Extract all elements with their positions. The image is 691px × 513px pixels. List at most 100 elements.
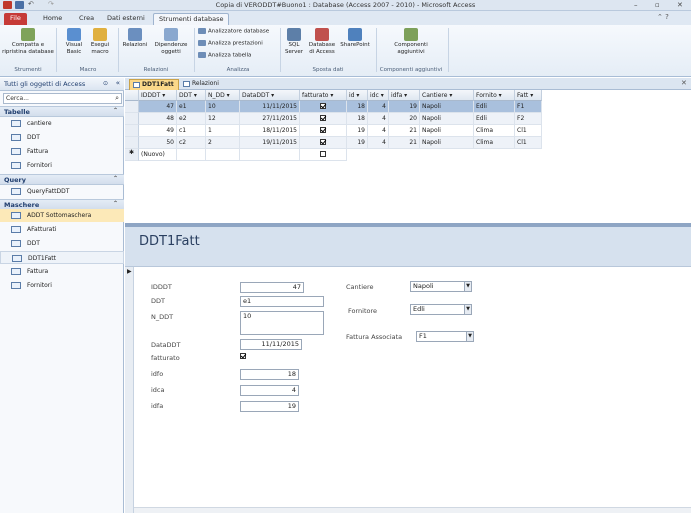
relationships-button[interactable]: Relazioni: [121, 28, 149, 49]
cell-id[interactable]: 18: [347, 113, 368, 125]
tab-dati-esterni[interactable]: Dati esterni: [102, 13, 150, 25]
object-dependencies-button[interactable]: Dipendenze oggetti: [151, 28, 191, 55]
cell-cantiere[interactable]: Napoli: [420, 113, 474, 125]
cell-fornito[interactable]: Edli: [474, 101, 515, 113]
cell-fatt[interactable]: Cl1: [515, 125, 542, 137]
row-selector[interactable]: [125, 113, 139, 125]
idddt-field[interactable]: 47: [240, 282, 304, 293]
tab-home[interactable]: Home: [38, 13, 67, 25]
cell-dataddt[interactable]: 18/11/2015: [240, 125, 300, 137]
horizontal-scrollbar[interactable]: [134, 507, 691, 513]
select-all-corner[interactable]: [125, 90, 139, 101]
checkbox-checked-icon[interactable]: [320, 127, 326, 133]
column-header-idddt[interactable]: IDDDT ▾: [139, 90, 177, 101]
maximize-button[interactable]: ▫: [655, 1, 660, 9]
visual-basic-button[interactable]: Visual Basic: [63, 28, 85, 55]
cell-idddt[interactable]: 50: [139, 137, 177, 149]
cell-n-dd[interactable]: 10: [206, 101, 240, 113]
column-header-fornito[interactable]: Fornito ▾: [474, 90, 515, 101]
cell-idfa[interactable]: 19: [389, 101, 420, 113]
cantiere-combo[interactable]: Napoli ▼: [410, 281, 472, 292]
sharepoint-button[interactable]: SharePoint: [339, 28, 371, 49]
row-selector[interactable]: [125, 101, 139, 113]
doc-tab-relazioni[interactable]: Relazioni: [180, 79, 223, 90]
cell-idddt[interactable]: 48: [139, 113, 177, 125]
checkbox-checked-icon[interactable]: [240, 353, 246, 359]
cell-n-dd[interactable]: 12: [206, 113, 240, 125]
fornitore-combo[interactable]: Edli ▼: [410, 304, 472, 315]
nav-section-tabelle[interactable]: Tabelle ⌃: [0, 106, 124, 117]
idfo-field[interactable]: 18: [240, 369, 299, 380]
chevron-up-icon[interactable]: ⌃: [113, 107, 118, 114]
nav-item-ddt1fatt[interactable]: DDT1Fatt: [0, 251, 124, 264]
tab-crea[interactable]: Crea: [74, 13, 99, 25]
nav-pane-header[interactable]: Tutti gli oggetti di Access ⊙ «: [0, 78, 124, 91]
cell-id[interactable]: 19: [347, 137, 368, 149]
chevron-down-icon[interactable]: ▼: [464, 282, 471, 291]
cell-ddt[interactable]: c2: [177, 137, 206, 149]
new-record-fatturato[interactable]: [300, 149, 347, 161]
nav-item-cantiere[interactable]: cantiere: [0, 117, 124, 130]
column-header-cantiere[interactable]: Cantiere ▾: [420, 90, 474, 101]
cell-fornito[interactable]: Edli: [474, 113, 515, 125]
checkbox-checked-icon[interactable]: [320, 103, 326, 109]
cell-dataddt[interactable]: 27/11/2015: [240, 113, 300, 125]
cell-ddt[interactable]: c1: [177, 125, 206, 137]
n-ddt-field[interactable]: 10: [240, 311, 324, 335]
cell-idc[interactable]: 4: [368, 125, 389, 137]
column-header-n-dd[interactable]: N_DD ▾: [206, 90, 240, 101]
cell-fatturato[interactable]: [300, 125, 347, 137]
search-icon[interactable]: ⌕: [115, 94, 119, 103]
new-record-empty-cell[interactable]: [177, 149, 206, 161]
nav-item-fornitori-table[interactable]: Fornitori: [0, 159, 124, 172]
access-database-button[interactable]: Database di Access: [306, 28, 338, 55]
row-selector[interactable]: [125, 125, 139, 137]
record-selector[interactable]: ▶: [125, 267, 134, 513]
row-selector[interactable]: [125, 137, 139, 149]
close-button[interactable]: ✕: [677, 1, 683, 9]
column-header-ddt[interactable]: DDT ▾: [177, 90, 206, 101]
nav-item-fattura-form[interactable]: Fattura: [0, 265, 124, 278]
table-analyzer-button[interactable]: Analizza tabella: [198, 52, 251, 60]
column-header-idc[interactable]: idc ▾: [368, 90, 389, 101]
cell-ddt[interactable]: e1: [177, 101, 206, 113]
cell-idfa[interactable]: 20: [389, 113, 420, 125]
database-analyzer-button[interactable]: Analizzatore database: [198, 28, 269, 36]
cell-fatt[interactable]: Cl1: [515, 137, 542, 149]
cell-fornito[interactable]: Clima: [474, 137, 515, 149]
cell-dataddt[interactable]: 19/11/2015: [240, 137, 300, 149]
cell-cantiere[interactable]: Napoli: [420, 125, 474, 137]
cell-fatt[interactable]: F1: [515, 101, 542, 113]
cell-idfa[interactable]: 21: [389, 137, 420, 149]
fatturato-checkbox[interactable]: [240, 352, 246, 360]
compact-repair-button[interactable]: Compatta e ripristina database: [2, 28, 54, 55]
nav-section-query[interactable]: Query ⌃: [0, 174, 124, 185]
ddt-field[interactable]: e1: [240, 296, 324, 307]
chevron-up-icon[interactable]: ⌃: [113, 175, 118, 182]
help-icon[interactable]: ⌃ ?: [657, 13, 669, 21]
checkbox-checked-icon[interactable]: [320, 139, 326, 145]
minimize-button[interactable]: –: [634, 1, 638, 9]
cell-idddt[interactable]: 47: [139, 101, 177, 113]
cell-id[interactable]: 19: [347, 125, 368, 137]
chevron-up-icon[interactable]: ⌃: [113, 200, 118, 207]
sql-server-button[interactable]: SQL Server: [283, 28, 305, 55]
cell-fatturato[interactable]: [300, 113, 347, 125]
doc-tab-ddt1fatt[interactable]: DDT1Fatt: [129, 79, 179, 90]
close-tab-icon[interactable]: ✕: [681, 79, 687, 87]
cell-idc[interactable]: 4: [368, 101, 389, 113]
cell-idfa[interactable]: 21: [389, 125, 420, 137]
chevron-down-icon[interactable]: ▼: [466, 332, 473, 341]
nav-item-afatturati[interactable]: AFatturati: [0, 223, 124, 236]
performance-analyzer-button[interactable]: Analizza prestazioni: [198, 40, 263, 48]
new-record-empty-cell[interactable]: [206, 149, 240, 161]
nav-search-input[interactable]: Cerca... ⌕: [3, 93, 122, 104]
cell-n-dd[interactable]: 2: [206, 137, 240, 149]
new-record-empty-cell[interactable]: [240, 149, 300, 161]
cell-cantiere[interactable]: Napoli: [420, 101, 474, 113]
dataddt-field[interactable]: 11/11/2015: [240, 339, 302, 350]
checkbox-checked-icon[interactable]: [320, 115, 326, 121]
chevron-down-icon[interactable]: ▼: [464, 305, 471, 314]
cell-fatturato[interactable]: [300, 137, 347, 149]
column-header-fatt[interactable]: Fatt ▾: [515, 90, 542, 101]
